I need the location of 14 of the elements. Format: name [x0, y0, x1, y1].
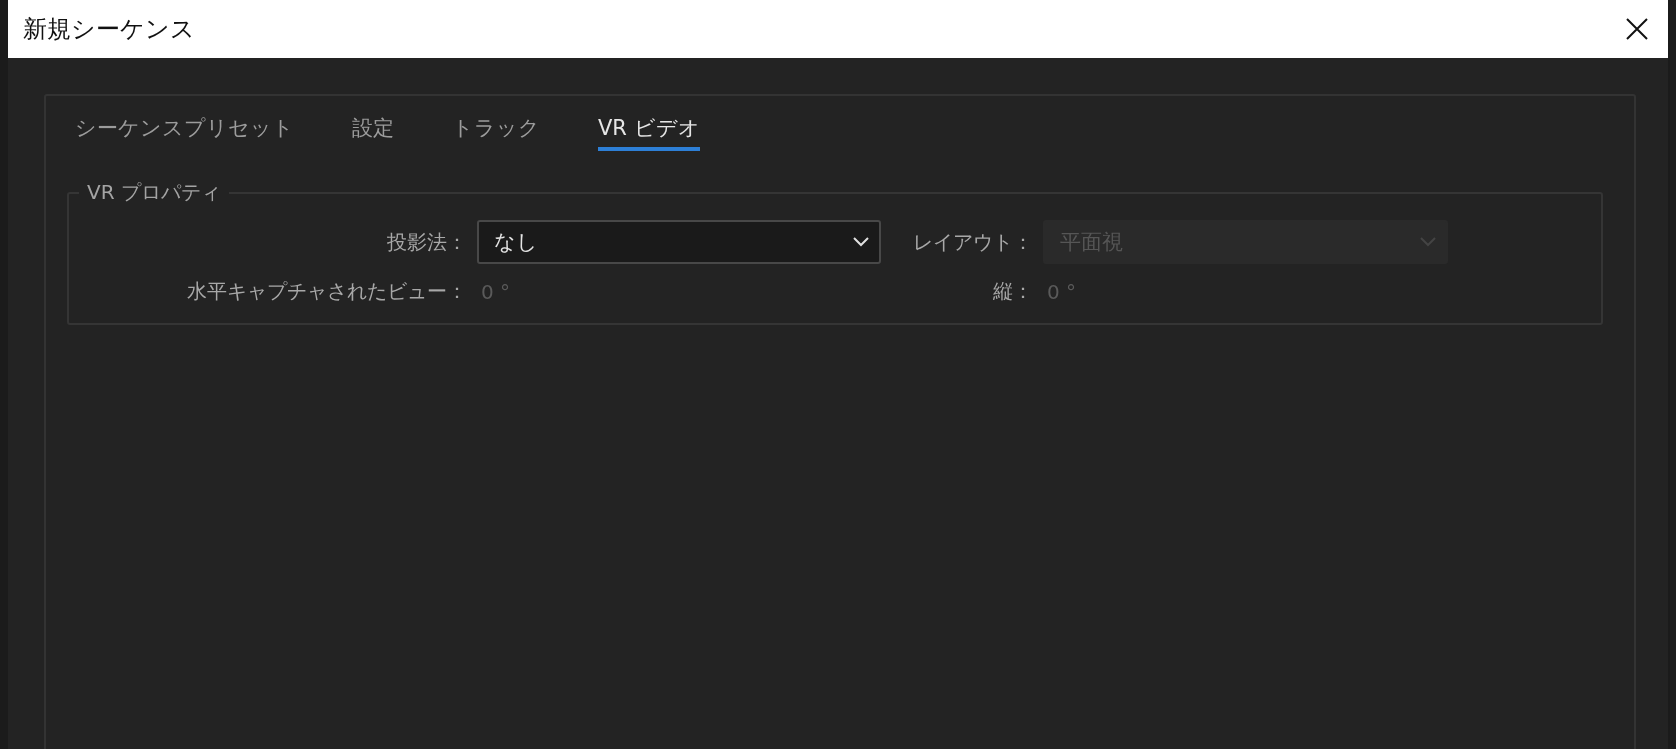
chevron-icon	[853, 237, 869, 247]
tab[interactable]: シーケンスプリセット	[75, 108, 294, 151]
chevron-icon	[1420, 237, 1436, 247]
window-title: 新規シーケンス	[23, 14, 195, 45]
dropdown[interactable]: なし	[477, 220, 881, 264]
field-label: 縦：	[993, 278, 1033, 305]
tab[interactable]: VR ビデオ	[598, 108, 700, 151]
tab[interactable]: トラック	[452, 108, 540, 151]
close-icon	[1626, 18, 1648, 40]
field-label: 投影法：	[387, 228, 467, 256]
group-title: VR プロパティ	[86, 179, 222, 206]
field-label: 水平キャプチャされたビュー：	[187, 278, 467, 305]
tab[interactable]: 設定	[352, 108, 394, 151]
field-label: レイアウト：	[913, 228, 1033, 256]
